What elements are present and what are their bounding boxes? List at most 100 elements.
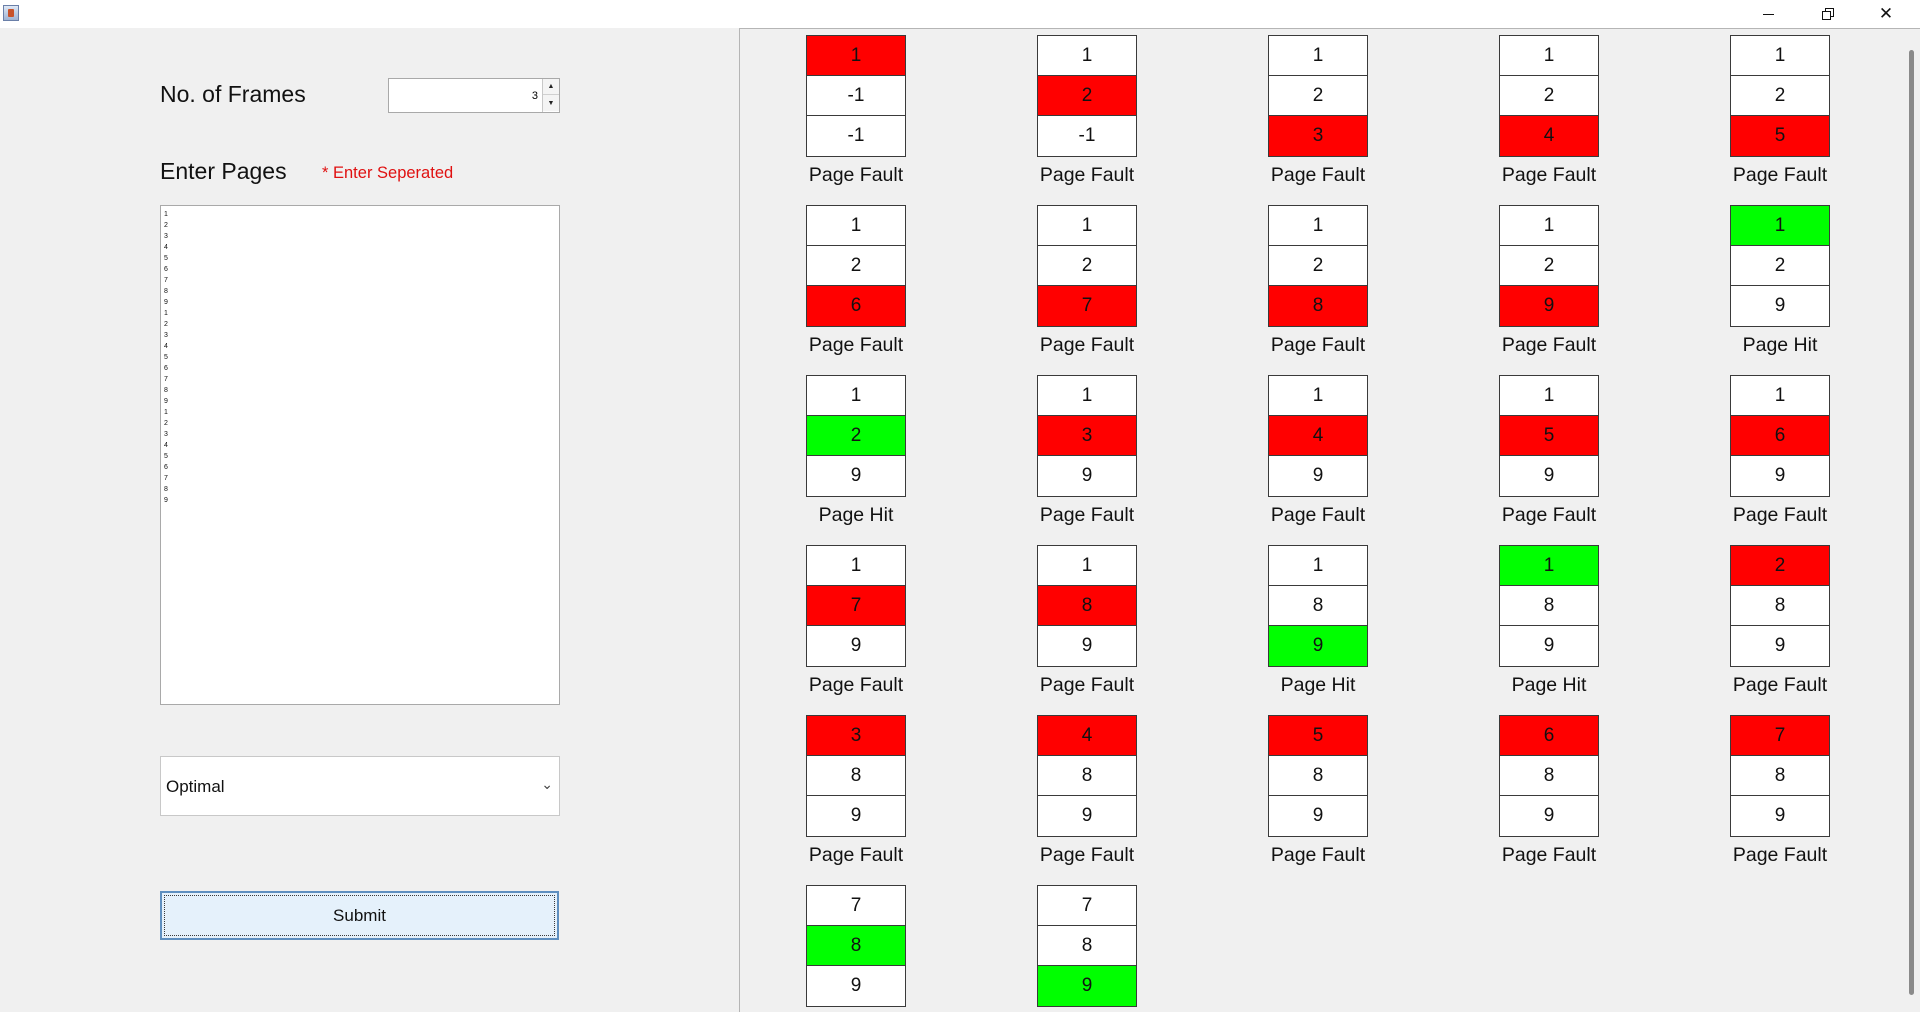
frame-step: 1 2 9 Page Hit: [1730, 205, 1830, 357]
restore-button[interactable]: [1805, 0, 1851, 28]
frame-cell: 8: [1269, 286, 1367, 326]
frame-cell: 1: [1269, 376, 1367, 416]
page-line: 1: [164, 211, 168, 218]
frame-column: 169: [1730, 375, 1830, 497]
frame-cell: 6: [1500, 716, 1598, 756]
frame-step: 7 8 9 Page Fault: [1730, 715, 1830, 867]
frame-cell: 8: [1038, 756, 1136, 796]
page-line: 8: [164, 288, 168, 295]
step-status: Page Fault: [1501, 164, 1597, 186]
frame-step: 1 2 9 Page Fault: [1499, 205, 1599, 357]
minimize-button[interactable]: [1745, 0, 1791, 28]
arrow-up-icon: ▲: [547, 83, 555, 90]
frame-step: 1 7 9 Page Fault: [806, 545, 906, 697]
frame-cell: 8: [1269, 756, 1367, 796]
algorithm-select[interactable]: Optimal ⌄: [160, 756, 560, 816]
frame-cell: 8: [1731, 586, 1829, 626]
frame-cell: 7: [807, 586, 905, 626]
frame-cell: 8: [1731, 756, 1829, 796]
page-line: 5: [164, 453, 168, 460]
frame-column: 127: [1037, 205, 1137, 327]
frame-cell: 8: [807, 756, 905, 796]
frame-cell: 9: [807, 966, 905, 1006]
frame-column: 789: [1730, 715, 1830, 837]
page-line: 3: [164, 431, 168, 438]
frame-cell: -1: [1038, 116, 1136, 156]
algorithm-value: Optimal: [166, 777, 225, 796]
frame-cell: 9: [1038, 456, 1136, 496]
step-status: Page Fault: [1039, 504, 1135, 526]
frame-cell: 1: [1038, 546, 1136, 586]
frame-step: 3 8 9 Page Fault: [806, 715, 906, 867]
step-status: Page Fault: [808, 334, 904, 356]
step-status: Page Hit: [1280, 674, 1356, 696]
frame-step: 5 8 9 Page Fault: [1268, 715, 1368, 867]
page-line: 8: [164, 486, 168, 493]
spinner-down-button[interactable]: ▼: [543, 95, 559, 111]
close-icon: ✕: [1878, 4, 1894, 23]
frame-cell: 9: [1500, 456, 1598, 496]
frame-column: 126: [806, 205, 906, 327]
frame-cell: 3: [807, 716, 905, 756]
frame-cell: -1: [807, 76, 905, 116]
frame-column: 129: [1499, 205, 1599, 327]
frame-step: 1 8 9 Page Fault: [1037, 545, 1137, 697]
page-line: 2: [164, 321, 168, 328]
frame-column: 1 -1 -1: [806, 35, 906, 157]
frames-input[interactable]: [389, 79, 541, 112]
frame-cell: 8: [1038, 586, 1136, 626]
step-status: Page Fault: [1732, 844, 1828, 866]
step-status: Page Fault: [1501, 504, 1597, 526]
frame-cell: 2: [1500, 246, 1598, 286]
frame-cell: 9: [1500, 626, 1598, 666]
frame-cell: 6: [807, 286, 905, 326]
frame-cell: 9: [1500, 286, 1598, 326]
close-button[interactable]: ✕: [1863, 0, 1909, 28]
frame-cell: 1: [807, 36, 905, 76]
frames-spinner[interactable]: ▲ ▼: [388, 78, 560, 113]
frame-step: 4 8 9 Page Fault: [1037, 715, 1137, 867]
frame-column: 129: [1730, 205, 1830, 327]
frame-cell: 9: [1731, 796, 1829, 836]
frame-cell: 9: [807, 456, 905, 496]
frame-cell: 4: [1500, 116, 1598, 156]
frame-cell: 1: [1269, 36, 1367, 76]
frame-step: 1 4 9 Page Fault: [1268, 375, 1368, 527]
frame-cell: 8: [807, 926, 905, 966]
step-status: Page Fault: [1039, 674, 1135, 696]
frame-cell: 9: [1269, 456, 1367, 496]
frame-step: 789Page Hit: [806, 885, 906, 1012]
frame-step: 1 8 9 Page Hit: [1268, 545, 1368, 697]
frame-cell: 6: [1731, 416, 1829, 456]
step-status: Page Fault: [1501, 334, 1597, 356]
page-line: 7: [164, 376, 168, 383]
step-status: Page Fault: [1732, 674, 1828, 696]
frame-column: 589: [1268, 715, 1368, 837]
submit-button[interactable]: Submit: [160, 891, 559, 940]
frame-cell: 9: [1269, 626, 1367, 666]
arrow-down-icon: ▼: [547, 99, 555, 107]
frame-step: 1 2 5 Page Fault: [1730, 35, 1830, 187]
frame-column: 125: [1730, 35, 1830, 157]
step-status: Page Hit: [818, 504, 894, 526]
step-status: Page Fault: [1039, 334, 1135, 356]
frame-cell: 2: [1038, 246, 1136, 286]
step-status: Page Fault: [1732, 164, 1828, 186]
frame-cell: 2: [1269, 246, 1367, 286]
scrollbar-thumb[interactable]: [1909, 50, 1914, 995]
frame-cell: 2: [807, 246, 905, 286]
frame-cell: 8: [1500, 586, 1598, 626]
frame-cell: 9: [1269, 796, 1367, 836]
frame-cell: 2: [1500, 76, 1598, 116]
pages-textarea[interactable]: 1 2 3 4 5 6 7 8 9 1 2 3 4 5 6 7 8 9 1 2 3 4 5 6 7 8 9: [160, 205, 560, 705]
frame-column: 289: [1730, 545, 1830, 667]
frame-column: 123: [1268, 35, 1368, 157]
vertical-scrollbar[interactable]: [1902, 28, 1920, 1012]
step-status: Page Fault: [1039, 844, 1135, 866]
spinner-up-button[interactable]: ▲: [543, 79, 559, 95]
panel-border-top: [739, 28, 1920, 29]
frame-cell: 7: [807, 886, 905, 926]
page-line: 4: [164, 343, 168, 350]
frame-column: 128: [1268, 205, 1368, 327]
frame-cell: 8: [1500, 756, 1598, 796]
